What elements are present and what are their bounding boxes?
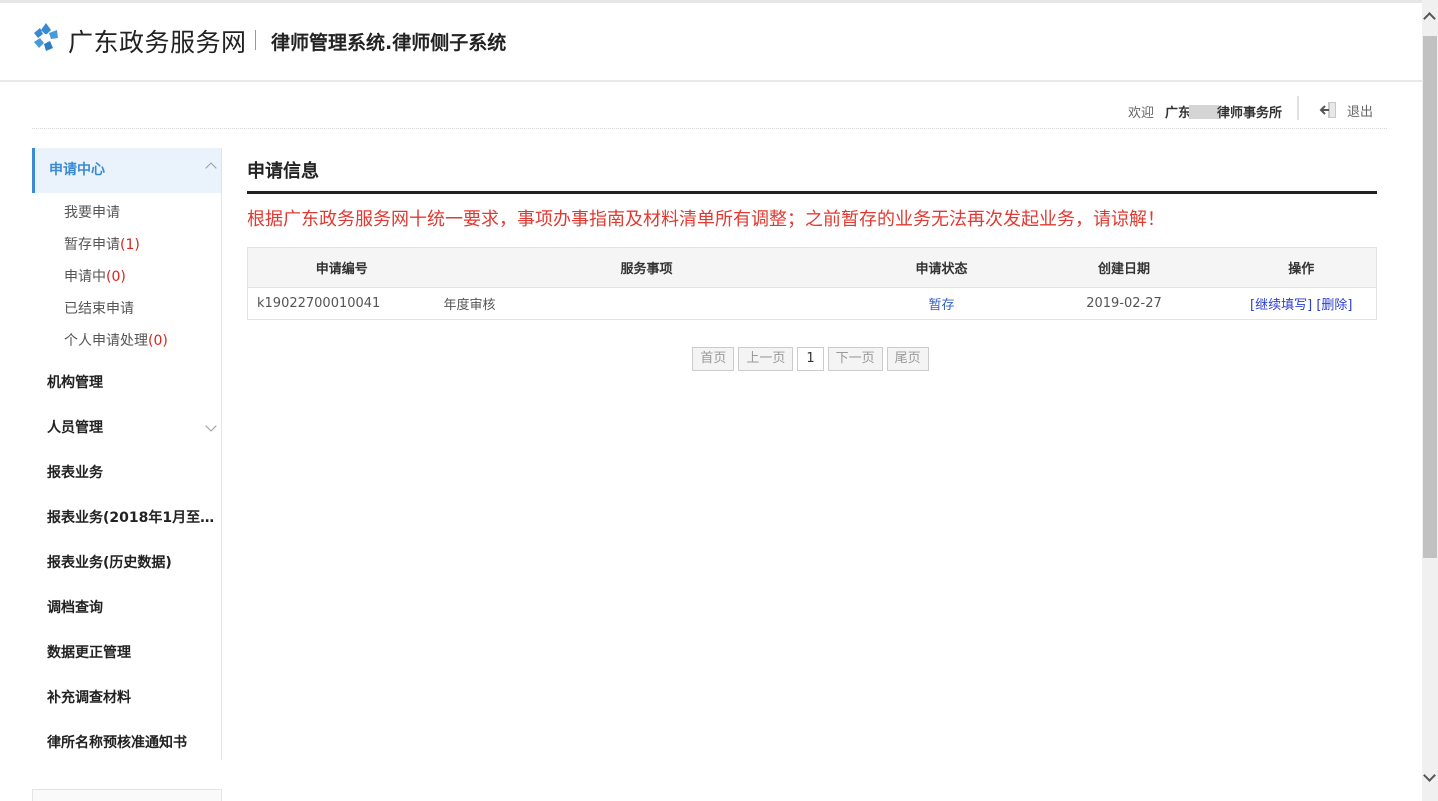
sidebar-item-reports-2018[interactable]: 报表业务(2018年1月至… bbox=[32, 496, 221, 541]
cell-service: 年度审核 bbox=[443, 298, 496, 313]
prev-page-button[interactable]: 上一页 bbox=[738, 347, 794, 371]
scroll-up-arrow-icon[interactable] bbox=[1423, 12, 1436, 25]
sidebar-group-label: 申请中心 bbox=[49, 162, 105, 178]
applications-table: 申请编号 服务事项 申请状态 创建日期 操作 k19022700010041 年… bbox=[247, 247, 1377, 320]
site-name: 广东政务服务网 bbox=[68, 28, 247, 57]
sidebar-group-application-center[interactable]: 申请中心 bbox=[32, 148, 221, 193]
userbar-separator bbox=[1297, 96, 1299, 120]
logout-icon bbox=[1319, 102, 1336, 118]
subitem-label: 个人申请处理 bbox=[64, 333, 148, 349]
cell-operations: [继续填写] [删除] bbox=[1227, 288, 1377, 320]
subitem-label: 申请中 bbox=[64, 269, 106, 285]
continue-edit-link[interactable]: [继续填写] bbox=[1250, 298, 1312, 313]
column-header-date: 创建日期 bbox=[1021, 247, 1227, 288]
subitem-count: (0) bbox=[106, 269, 126, 285]
system-name: 律师管理系统.律师侧子系统 bbox=[271, 32, 507, 54]
welcome-text: 欢迎 bbox=[1127, 106, 1154, 121]
sidebar-item-data-correction[interactable]: 数据更正管理 bbox=[32, 631, 221, 676]
sidebar-item-supplementary-materials[interactable]: 补充调查材料 bbox=[32, 676, 221, 721]
firm-name: 广东 律师事务所 bbox=[1165, 102, 1282, 121]
next-page-button[interactable]: 下一页 bbox=[827, 347, 883, 371]
first-page-button[interactable]: 首页 bbox=[692, 347, 735, 371]
sidebar-item-reports-history[interactable]: 报表业务(历史数据) bbox=[32, 541, 221, 586]
sidebar-item-staff-management[interactable]: 人员管理 bbox=[32, 406, 221, 451]
delete-link[interactable]: [删除] bbox=[1316, 298, 1352, 313]
sidebar-subitem-finished[interactable]: 已结束申请 bbox=[32, 293, 221, 325]
sidebar-subitem-new-application[interactable]: 我要申请 bbox=[32, 197, 221, 229]
status-link[interactable]: 暂存 bbox=[928, 298, 954, 313]
redaction-mask bbox=[1188, 105, 1219, 119]
subitem-count: (0) bbox=[148, 333, 168, 349]
cell-application-number: k19022700010041 bbox=[257, 296, 381, 311]
column-header-number: 申请编号 bbox=[247, 247, 436, 288]
guangdong-logo-icon bbox=[34, 23, 58, 51]
table-row: k19022700010041 年度审核 暂存 2019-02-27 [继续填写… bbox=[248, 288, 1377, 320]
subitem-label: 我要申请 bbox=[64, 205, 120, 221]
sidebar-subitem-saved-applications[interactable]: 暂存申请(1) bbox=[32, 229, 221, 261]
logout-button[interactable]: 退出 bbox=[1319, 100, 1373, 120]
user-bar: 欢迎 广东 律师事务所 退出 bbox=[32, 92, 1387, 129]
header-divider bbox=[255, 30, 256, 50]
cell-date: 2019-02-27 bbox=[1086, 296, 1162, 311]
last-page-button[interactable]: 尾页 bbox=[886, 347, 929, 371]
column-header-operations: 操作 bbox=[1226, 247, 1377, 288]
cell-status: 暂存 bbox=[862, 288, 1022, 320]
subitem-label: 已结束申请 bbox=[64, 301, 134, 317]
sidebar-item-file-query[interactable]: 调档查询 bbox=[32, 586, 221, 631]
sidebar-item-org-management[interactable]: 机构管理 bbox=[32, 361, 221, 406]
table-header-row: 申请编号 服务事项 申请状态 创建日期 操作 bbox=[247, 247, 1377, 288]
top-header: 广东政务服务网 律师管理系统.律师侧子系统 bbox=[0, 0, 1422, 82]
firm-name-suffix: 律师事务所 bbox=[1216, 106, 1282, 121]
sidebar-subitem-personal-processing[interactable]: 个人申请处理(0) bbox=[32, 325, 221, 357]
scroll-down-arrow-icon[interactable] bbox=[1423, 769, 1436, 782]
firm-name-prefix: 广东 bbox=[1164, 106, 1191, 121]
pagination: 首页 上一页 1 下一页 尾页 bbox=[247, 347, 1377, 371]
vertical-scrollbar[interactable] bbox=[1422, 0, 1438, 801]
logout-label: 退出 bbox=[1346, 104, 1373, 120]
scroll-thumb[interactable] bbox=[1423, 36, 1437, 558]
sidebar-bottom-panel bbox=[32, 789, 222, 801]
subitem-label: 暂存申请 bbox=[64, 237, 120, 253]
sidebar-item-reports[interactable]: 报表业务 bbox=[32, 451, 221, 496]
subitem-count: (1) bbox=[120, 237, 140, 253]
sidebar-submenu: 我要申请 暂存申请(1) 申请中(0) 已结束申请 个人申请处理(0) bbox=[32, 193, 221, 361]
current-page[interactable]: 1 bbox=[797, 347, 824, 371]
sidebar-item-name-approval-notice[interactable]: 律所名称预核准通知书 bbox=[32, 721, 221, 766]
sidebar-subitem-in-progress[interactable]: 申请中(0) bbox=[32, 261, 221, 293]
chevron-up-icon bbox=[205, 162, 217, 174]
column-header-service: 服务事项 bbox=[435, 247, 862, 288]
notice-text: 根据广东政务服务网十统一要求，事项办事指南及材料清单所有调整；之前暂存的业务无法… bbox=[247, 209, 1165, 230]
page: 广东政务服务网 律师管理系统.律师侧子系统 欢迎 广东 律师事务所 退出 申请中心… bbox=[0, 0, 1438, 801]
chevron-down-icon bbox=[205, 420, 217, 432]
page-title: 申请信息 bbox=[247, 148, 1377, 194]
sidebar-item-label: 人员管理 bbox=[47, 420, 103, 436]
main-content: 申请信息 根据广东政务服务网十统一要求，事项办事指南及材料清单所有调整；之前暂存… bbox=[247, 148, 1377, 371]
sidebar: 申请中心 我要申请 暂存申请(1) 申请中(0) 已结束申请 个人申请处理(0)… bbox=[32, 148, 222, 760]
column-header-status: 申请状态 bbox=[861, 247, 1022, 288]
